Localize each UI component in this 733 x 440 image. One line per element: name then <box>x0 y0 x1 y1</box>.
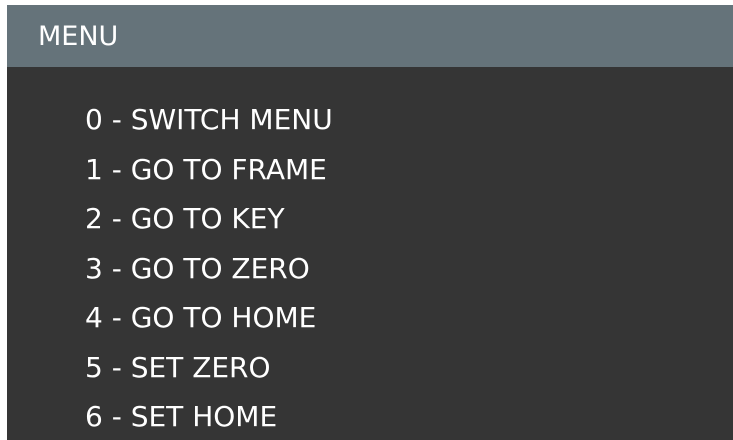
menu-title: MENU <box>38 21 119 52</box>
menu-item-set-zero[interactable]: 5 - SET ZERO <box>85 343 333 393</box>
menu-item-go-to-zero[interactable]: 3 - GO TO ZERO <box>85 244 333 294</box>
menu-header: MENU <box>7 5 733 67</box>
menu-screen: MENU 0 - SWITCH MENU 1 - GO TO FRAME 2 -… <box>7 5 733 440</box>
menu-item-set-home[interactable]: 6 - SET HOME <box>85 392 333 440</box>
menu-item-go-to-home[interactable]: 4 - GO TO HOME <box>85 293 333 343</box>
menu-list: 0 - SWITCH MENU 1 - GO TO FRAME 2 - GO T… <box>85 95 333 440</box>
menu-item-go-to-frame[interactable]: 1 - GO TO FRAME <box>85 145 333 195</box>
menu-item-switch-menu[interactable]: 0 - SWITCH MENU <box>85 95 333 145</box>
menu-item-go-to-key[interactable]: 2 - GO TO KEY <box>85 194 333 244</box>
